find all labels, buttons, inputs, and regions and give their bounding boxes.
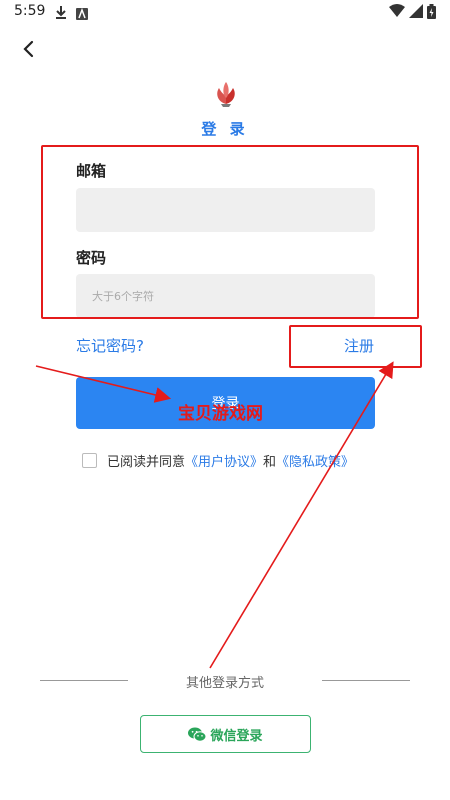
status-icons [389, 4, 436, 19]
agreement-prefix: 已阅读并同意 [107, 455, 186, 470]
notification-icon [76, 5, 88, 24]
back-button[interactable] [18, 36, 40, 62]
wechat-login-label: 微信登录 [210, 728, 263, 744]
status-time: 5:59 [14, 3, 46, 19]
agreement-and: 和 [263, 455, 277, 470]
wechat-login-button[interactable]: 微信登录 [140, 715, 311, 753]
annotation-box-register [289, 325, 422, 368]
status-bar: 5:59 [0, 0, 450, 26]
privacy-policy-link[interactable]: 《隐私政策》 [276, 455, 354, 470]
other-login-label: 其他登录方式 [185, 676, 264, 691]
page-title: 登 录 [201, 120, 249, 138]
agreement-checkbox[interactable] [82, 453, 97, 468]
agreement-text: 已阅读并同意《用户协议》和《隐私政策》 [107, 451, 354, 470]
agreement-row: 已阅读并同意《用户协议》和《隐私政策》 [82, 451, 354, 470]
download-icon [55, 4, 67, 23]
divider-right [322, 680, 410, 681]
watermark-text: 宝贝游戏网 [178, 404, 263, 424]
forgot-password-link[interactable]: 忘记密码? [76, 335, 144, 356]
user-agreement-link[interactable]: 《用户协议》 [185, 455, 263, 470]
wifi-icon [389, 4, 405, 17]
battery-icon [427, 4, 436, 19]
chevron-left-icon [23, 40, 34, 58]
app-logo-icon [210, 80, 242, 108]
signal-icon [409, 4, 423, 18]
annotation-box-form [41, 145, 419, 319]
wechat-icon [188, 727, 207, 742]
